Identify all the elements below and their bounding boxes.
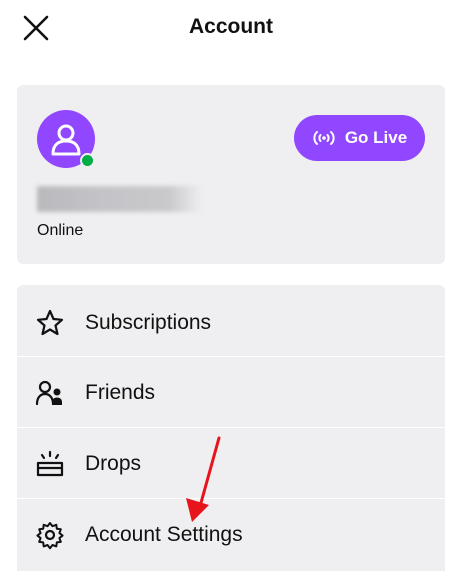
account-screen: Account Online Go Live Subscriptions Fri…	[0, 0, 462, 571]
go-live-button[interactable]: Go Live	[294, 115, 425, 161]
gear-icon	[35, 520, 65, 550]
username-redacted	[37, 186, 202, 212]
menu-item-label: Drops	[85, 451, 142, 475]
online-status-text: Online	[37, 222, 84, 239]
broadcast-icon	[312, 130, 336, 146]
avatar[interactable]	[37, 110, 95, 168]
user-avatar-icon	[51, 124, 81, 156]
go-live-label: Go Live	[344, 128, 408, 147]
profile-card: Online Go Live	[17, 85, 445, 264]
menu-item-friends[interactable]: Friends	[17, 357, 445, 428]
account-menu: Subscriptions Friends Drops Account Sett…	[17, 285, 445, 571]
star-icon	[35, 308, 65, 338]
menu-item-label: Subscriptions	[85, 310, 212, 334]
online-status-dot	[80, 153, 95, 168]
menu-item-account-settings[interactable]: Account Settings	[17, 499, 445, 570]
drops-icon	[35, 449, 65, 479]
header-bar: Account	[0, 0, 462, 60]
menu-item-label: Friends	[85, 380, 156, 404]
menu-item-drops[interactable]: Drops	[17, 428, 445, 499]
menu-item-subscriptions[interactable]: Subscriptions	[17, 287, 445, 358]
friends-icon	[35, 378, 65, 408]
page-title: Account	[189, 15, 273, 38]
menu-item-label: Account Settings	[85, 522, 243, 546]
